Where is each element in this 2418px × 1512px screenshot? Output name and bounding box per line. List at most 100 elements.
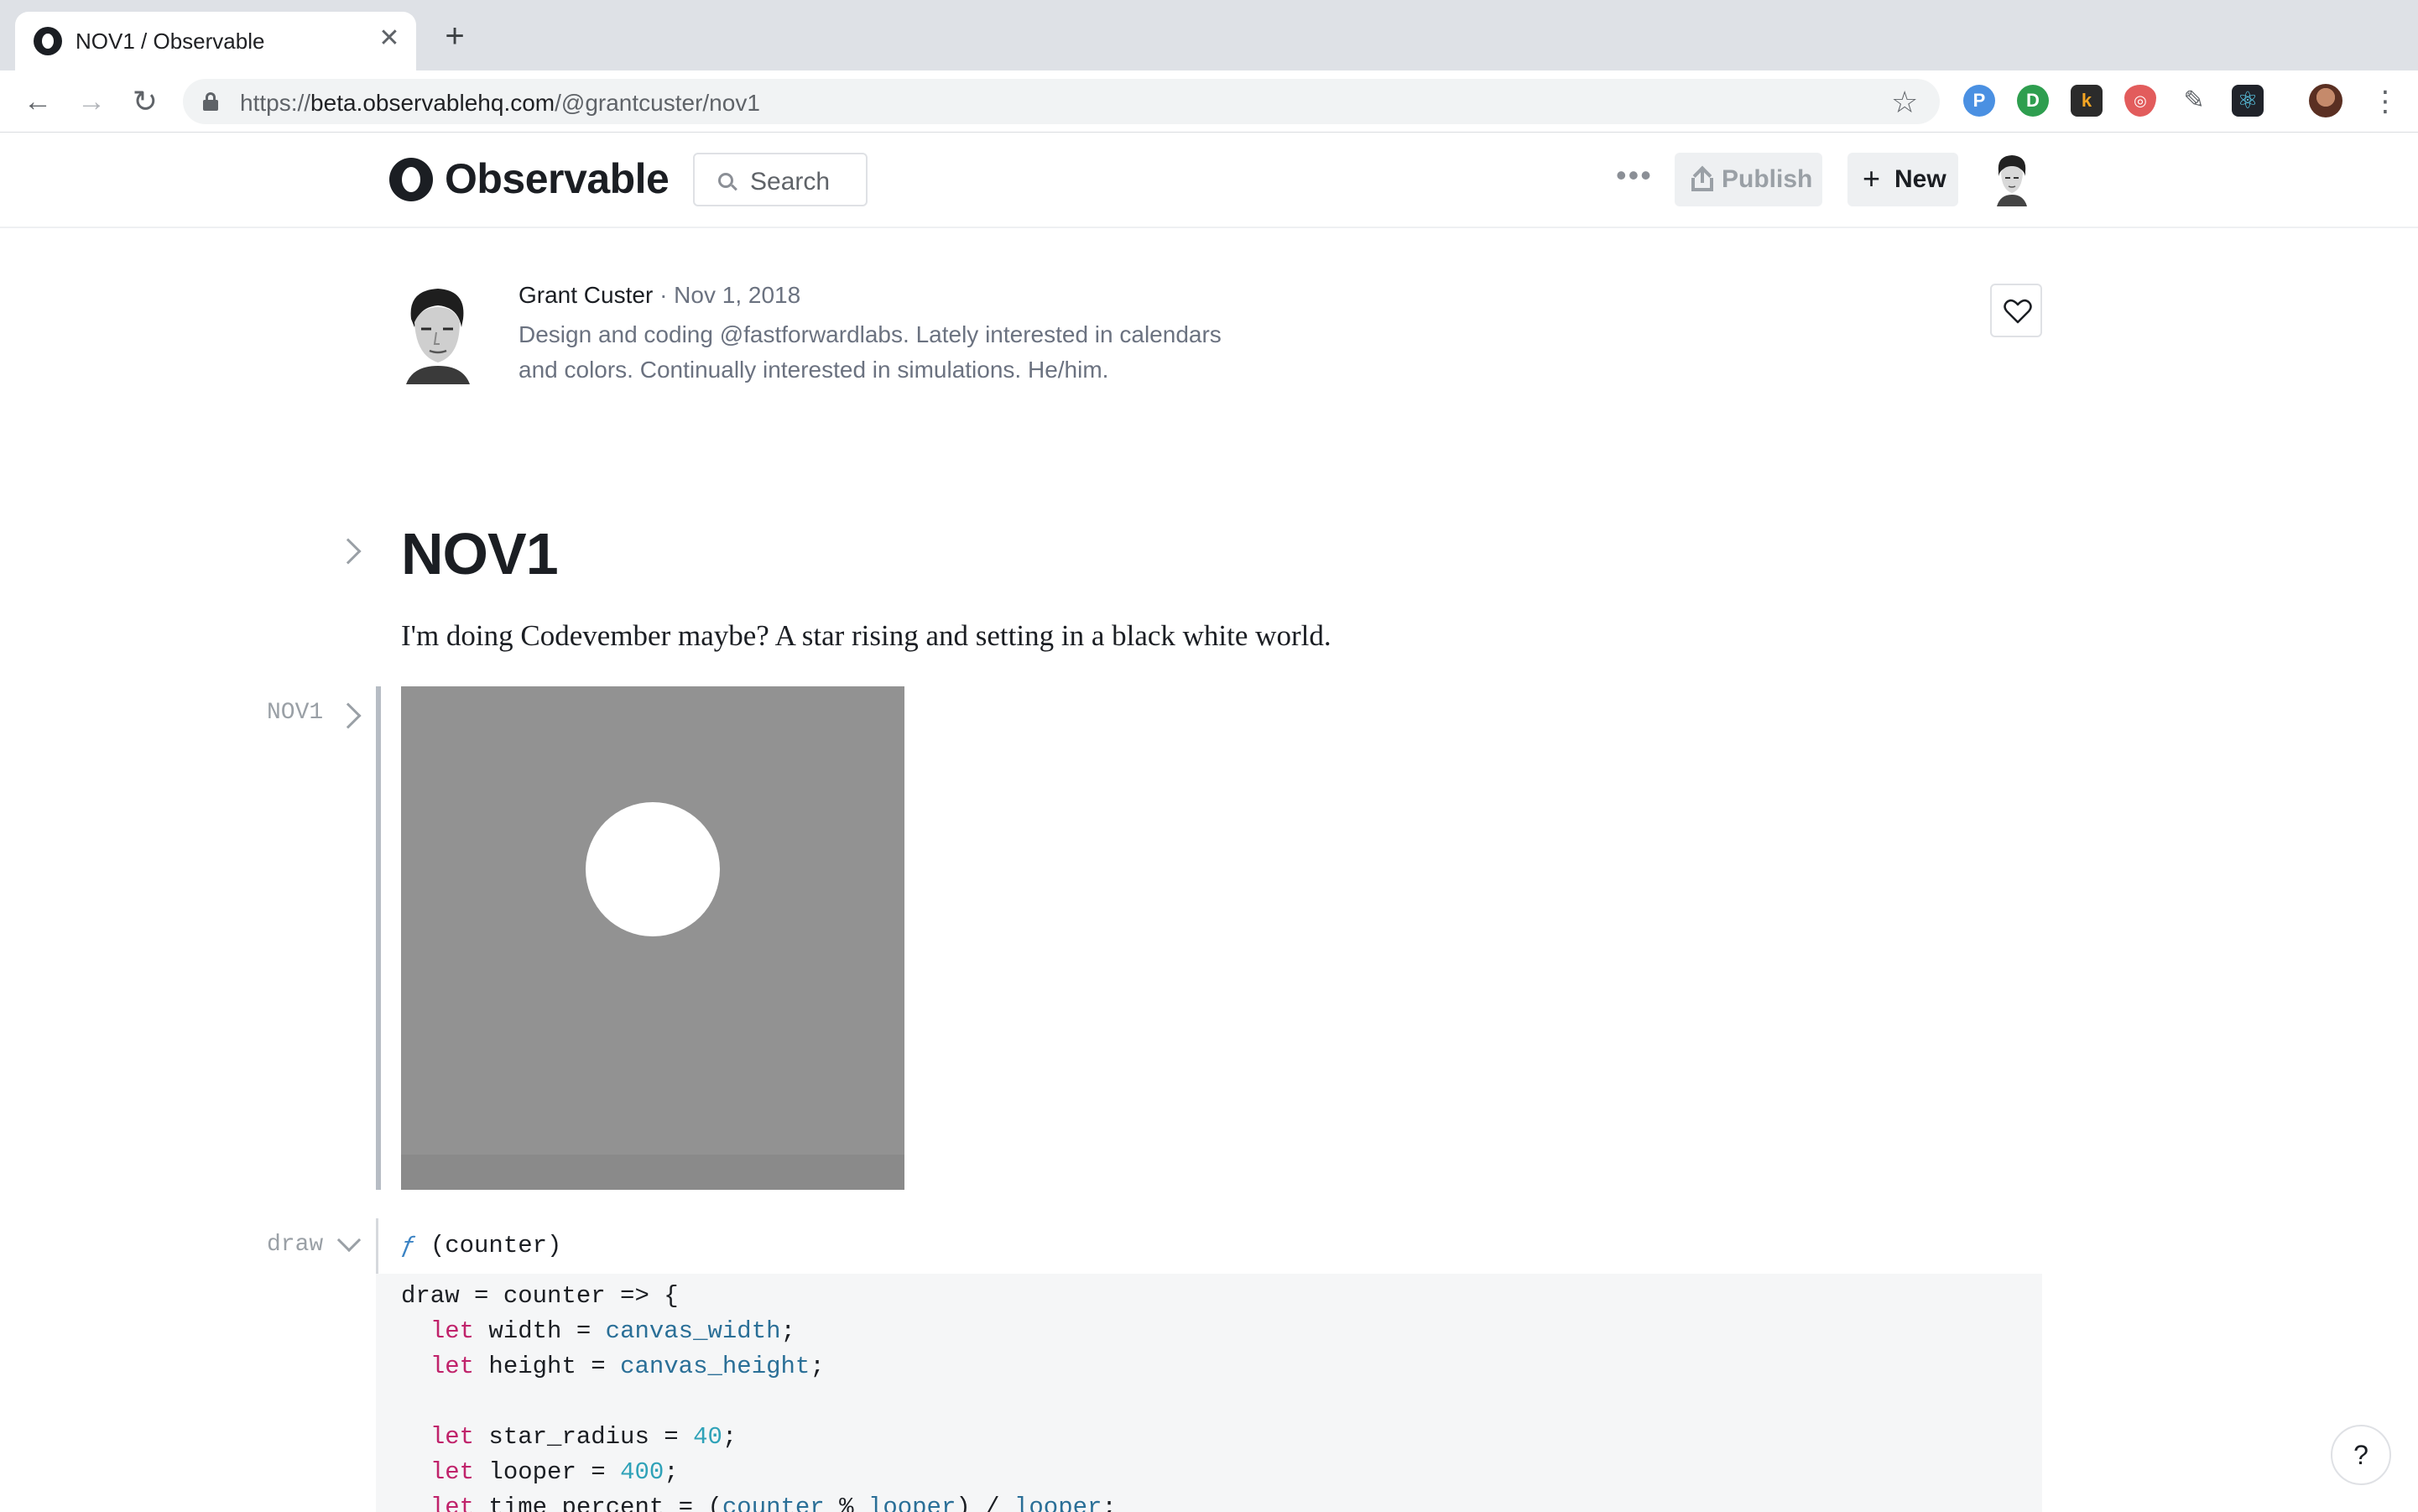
more-options-icon[interactable]: ••• <box>1616 158 1653 193</box>
code-token: looper <box>1014 1494 1102 1512</box>
code-line: let width = canvas_width; <box>401 1317 795 1345</box>
author-byline: Grant Custer · Nov 1, 2018 <box>519 282 800 309</box>
code-token: star_radius = <box>474 1423 694 1451</box>
address-bar[interactable]: https://beta.observablehq.com/@grantcust… <box>183 79 1940 124</box>
code-token: canvas_height <box>620 1353 810 1380</box>
url-text: https://beta.observablehq.com/@grantcust… <box>240 90 760 117</box>
function-args: (counter) <box>430 1232 562 1259</box>
code-token: counter <box>722 1494 825 1512</box>
code-token: let <box>430 1458 475 1486</box>
code-token: 40 <box>693 1423 722 1451</box>
code-token: time_percent = ( <box>474 1494 722 1512</box>
close-tab-icon[interactable]: ✕ <box>374 23 404 54</box>
pin-icon[interactable]: ✎ <box>2178 85 2210 117</box>
cell-focus-bar[interactable] <box>376 686 381 1190</box>
browser-toolbar: ← → ↻ https://beta.observablehq.com/@gra… <box>0 70 2418 133</box>
search-button[interactable]: Search <box>693 153 868 206</box>
heart-icon <box>2004 299 2032 324</box>
url-scheme: https:// <box>240 90 311 116</box>
code-token: canvas_width <box>605 1317 781 1345</box>
new-tab-icon[interactable]: + <box>438 19 472 54</box>
author-bio: Design and coding @fastforwardlabs. Late… <box>519 317 1274 388</box>
bookmark-star-icon[interactable]: ☆ <box>1891 85 1918 120</box>
star-circle <box>586 802 720 936</box>
notebook-title: NOV1 <box>401 521 559 587</box>
like-button[interactable] <box>1990 284 2042 337</box>
chrome-profile-avatar[interactable] <box>2309 84 2342 117</box>
observable-favicon-icon <box>34 27 62 55</box>
publish-button[interactable]: Publish <box>1675 153 1822 206</box>
publish-date: Nov 1, 2018 <box>674 282 801 308</box>
author-bio-line: Design and coding @fastforwardlabs. Late… <box>519 321 1222 347</box>
cell-name-draw[interactable]: draw <box>267 1232 323 1258</box>
observable-brand[interactable]: Observable <box>445 154 670 203</box>
tab-title: NOV1 / Observable <box>76 29 265 54</box>
chrome-menu-icon[interactable]: ⋮ <box>2371 84 2400 119</box>
publish-label: Publish <box>1722 165 1813 193</box>
code-token: let <box>430 1494 475 1512</box>
observable-logo-icon[interactable] <box>389 158 433 201</box>
url-path: /@grantcuster/nov1 <box>555 90 760 116</box>
instapaper-icon[interactable]: D <box>2017 85 2049 117</box>
code-token: let <box>430 1317 475 1345</box>
code-token: ; <box>810 1353 825 1380</box>
new-notebook-button[interactable]: + New <box>1847 153 1958 206</box>
react-devtools-icon[interactable]: ⚛ <box>2232 85 2264 117</box>
forward-arrow-icon[interactable]: → <box>72 82 111 121</box>
code-editor[interactable]: draw = counter => { let width = canvas_w… <box>376 1274 2042 1512</box>
code-token: % <box>824 1494 868 1512</box>
search-icon <box>718 173 733 188</box>
url-host: beta.observablehq.com <box>310 90 555 116</box>
help-button[interactable]: ? <box>2331 1425 2391 1485</box>
code-token: let <box>430 1423 475 1451</box>
code-token: ) / <box>956 1494 1014 1512</box>
code-token: looper = <box>474 1458 621 1486</box>
privacy-badger-icon[interactable]: ◎ <box>2124 85 2156 117</box>
author-photo[interactable] <box>399 285 475 384</box>
expand-cell-chevron-icon[interactable] <box>335 538 362 565</box>
cell-name-nov1[interactable]: NOV1 <box>267 700 323 726</box>
reload-icon[interactable]: ↻ <box>126 82 164 121</box>
search-label: Search <box>750 168 831 196</box>
code-token: 400 <box>620 1458 664 1486</box>
kindle-icon[interactable]: k <box>2071 85 2103 117</box>
pinboard-icon[interactable]: P <box>1963 85 1995 117</box>
notebook-description: I'm doing Codevember maybe? A star risin… <box>401 619 1331 652</box>
observable-header: Observable Search ••• Publish + New <box>0 133 2418 228</box>
browser-tab-strip: NOV1 / Observable ✕ + <box>0 0 2418 70</box>
code-line: let height = canvas_height; <box>401 1353 825 1380</box>
code-token: width = <box>474 1317 606 1345</box>
browser-tab[interactable]: NOV1 / Observable ✕ <box>15 12 416 70</box>
lock-icon <box>203 92 218 111</box>
code-token: ; <box>780 1317 795 1345</box>
function-icon: ƒ <box>401 1232 416 1259</box>
code-token: height = <box>474 1353 621 1380</box>
code-token: draw = counter => { <box>401 1282 679 1310</box>
ground-strip <box>401 1155 904 1190</box>
code-line: let time_percent = (counter % looper) / … <box>401 1494 1117 1512</box>
author-name[interactable]: Grant Custer <box>519 282 653 308</box>
upload-icon <box>1691 165 1713 191</box>
code-token: ; <box>722 1423 737 1451</box>
back-arrow-icon[interactable]: ← <box>18 82 57 121</box>
code-line: draw = counter => { <box>401 1282 679 1310</box>
new-label: New <box>1894 165 1946 193</box>
code-token: ; <box>664 1458 679 1486</box>
author-bio-line: and colors. Continually interested in si… <box>519 357 1109 383</box>
code-line: let star_radius = 40; <box>401 1423 737 1451</box>
code-token: ; <box>1102 1494 1117 1512</box>
collapse-cell-chevron-icon[interactable] <box>336 1228 362 1253</box>
cell-signature: ƒ (counter) <box>401 1232 561 1259</box>
plus-icon: + <box>1863 161 1881 196</box>
code-line: let looper = 400; <box>401 1458 679 1486</box>
user-avatar[interactable] <box>1992 153 2032 206</box>
byline-separator: · <box>659 282 668 308</box>
nov1-canvas <box>401 686 904 1190</box>
expand-cell-chevron-icon[interactable] <box>335 702 362 729</box>
code-token: let <box>430 1353 475 1380</box>
